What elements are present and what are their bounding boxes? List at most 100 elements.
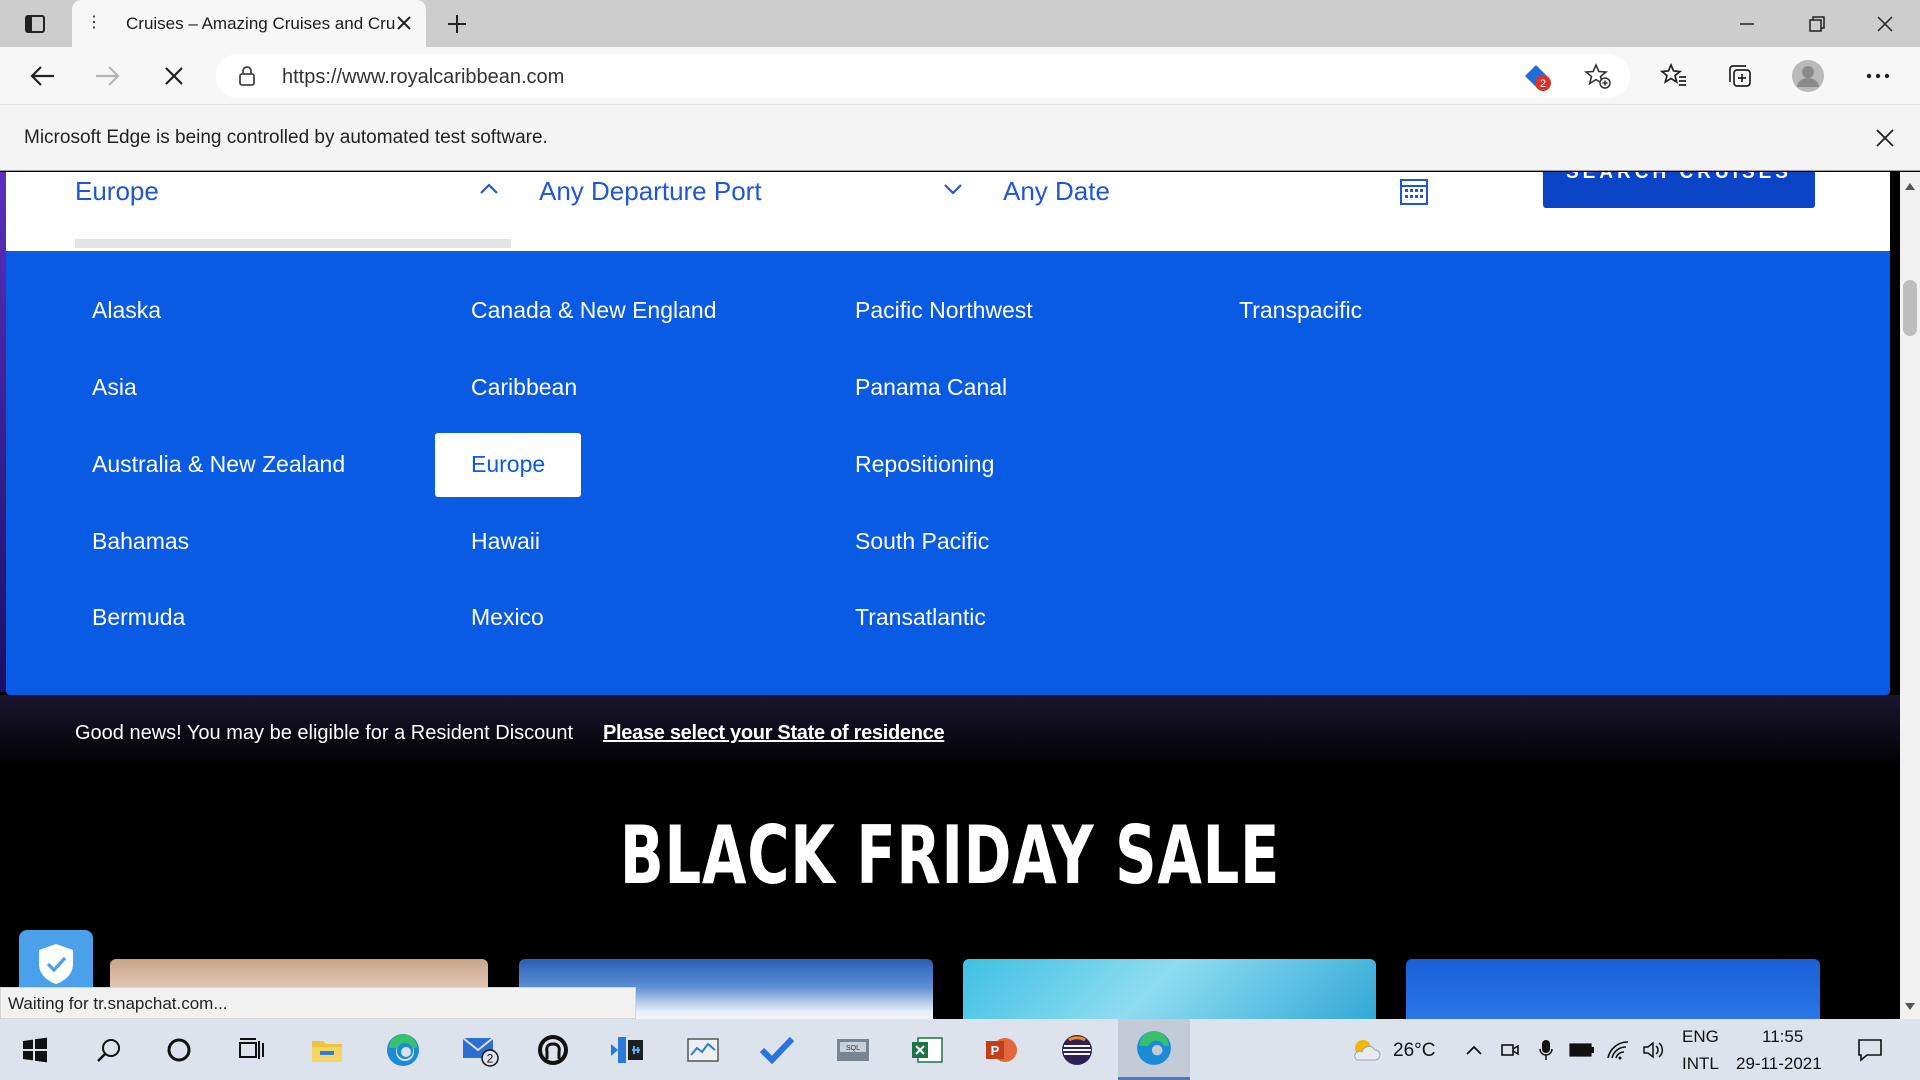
restore-button[interactable] xyxy=(1784,0,1850,47)
excel-button[interactable] xyxy=(896,1019,958,1080)
stop-loading-button[interactable] xyxy=(154,57,194,95)
powerpoint-button[interactable]: P xyxy=(970,1019,1032,1080)
infobar-message: Microsoft Edge is being controlled by au… xyxy=(24,127,548,148)
video-camera-icon xyxy=(1501,1043,1519,1056)
presentation-icon: P xyxy=(986,1037,1017,1062)
destination-option[interactable]: Repositioning xyxy=(819,433,1030,497)
tab-bar: ⋮ Cruises – Amazing Cruises and Cruise xyxy=(0,0,1920,47)
battery-button[interactable] xyxy=(1564,1019,1600,1080)
more-menu-button[interactable] xyxy=(1858,57,1898,95)
tab-actions-icon xyxy=(25,15,45,33)
destination-option[interactable]: Bahamas xyxy=(56,510,225,574)
automation-infobar: Microsoft Edge is being controlled by au… xyxy=(0,105,1920,171)
sql-tool-button[interactable]: SQL xyxy=(822,1019,884,1080)
forward-button[interactable] xyxy=(88,57,128,95)
vscode-icon xyxy=(611,1036,643,1063)
notification-center-button[interactable] xyxy=(1840,1019,1900,1080)
select-state-link[interactable]: Please select your State of residence xyxy=(603,722,945,745)
edge-taskbar-button[interactable] xyxy=(372,1019,434,1080)
collections-button[interactable] xyxy=(1720,57,1760,95)
eclipse-button[interactable] xyxy=(1046,1019,1108,1080)
new-tab-button[interactable] xyxy=(440,8,474,40)
weather-button[interactable] xyxy=(1345,1019,1385,1080)
scroll-down-icon[interactable] xyxy=(1904,1000,1916,1012)
language-code[interactable]: ENG xyxy=(1682,1027,1719,1047)
eclipse-icon xyxy=(1062,1034,1092,1065)
chevron-down-icon xyxy=(942,178,964,200)
destination-option-selected[interactable]: Europe xyxy=(435,433,582,497)
destination-option[interactable]: Canada & New England xyxy=(435,279,753,343)
status-bar: Waiting for tr.snapchat.com... xyxy=(0,987,636,1019)
destination-option[interactable]: Bermuda xyxy=(56,586,221,650)
destination-option[interactable]: Pacific Northwest xyxy=(819,279,1069,343)
search-cruises-button[interactable]: SEARCH CRUISES xyxy=(1543,172,1815,208)
calendar-icon[interactable] xyxy=(1399,176,1429,206)
window-close-button[interactable] xyxy=(1852,0,1918,47)
destination-option[interactable]: Asia xyxy=(56,356,173,420)
promo-card[interactable] xyxy=(1406,959,1820,1019)
task-view-button[interactable] xyxy=(220,1019,282,1080)
svg-text:SQL: SQL xyxy=(846,1045,860,1052)
tab-close-button[interactable] xyxy=(392,11,416,35)
destination-option[interactable]: Panama Canal xyxy=(819,356,1043,420)
destination-option[interactable]: Australia & New Zealand xyxy=(56,433,381,497)
star-plus-icon xyxy=(1583,62,1611,89)
extension-badge: 2 xyxy=(1540,78,1546,90)
minimize-button[interactable] xyxy=(1714,0,1780,47)
search-button[interactable] xyxy=(78,1019,140,1080)
page-scrollbar[interactable] xyxy=(1900,172,1920,1019)
cruise-search-bar: Europe Any Departure Port Any Date SEARC… xyxy=(6,172,1890,251)
meet-now-button[interactable] xyxy=(1492,1019,1528,1080)
wifi-button[interactable] xyxy=(1600,1019,1636,1080)
destination-option[interactable]: Alaska xyxy=(56,279,197,343)
back-button[interactable] xyxy=(22,57,62,95)
show-hidden-icons-button[interactable] xyxy=(1456,1019,1492,1080)
departure-port-select[interactable]: Any Departure Port xyxy=(539,172,979,251)
favorites-button[interactable] xyxy=(1654,57,1694,95)
volume-button[interactable] xyxy=(1636,1019,1672,1080)
date-select[interactable]: Any Date xyxy=(1003,172,1443,251)
weather-partly-cloudy-icon xyxy=(1354,1039,1381,1060)
promo-card[interactable] xyxy=(963,959,1376,1019)
shield-check-icon xyxy=(39,944,73,984)
infobar-close-button[interactable] xyxy=(1870,123,1900,153)
edge-dev-taskbar-button[interactable] xyxy=(1118,1019,1190,1080)
scroll-up-icon[interactable] xyxy=(1904,180,1916,192)
weather-temperature[interactable]: 26°C xyxy=(1393,1040,1435,1062)
file-explorer-button[interactable] xyxy=(296,1019,358,1080)
active-tab[interactable]: ⋮ Cruises – Amazing Cruises and Cruise xyxy=(72,0,426,47)
extension-icon: 2 xyxy=(1525,65,1551,91)
url-text[interactable]: https://www.royalcaribbean.com xyxy=(282,66,564,89)
address-bar[interactable]: https://www.royalcaribbean.com 2 xyxy=(216,54,1630,98)
add-favorite-button[interactable] xyxy=(1583,62,1614,92)
destination-select[interactable]: Europe xyxy=(75,172,515,251)
profile-button[interactable] xyxy=(1788,57,1828,95)
destination-option[interactable]: Caribbean xyxy=(435,356,613,420)
destination-option[interactable]: Transatlantic xyxy=(819,586,1022,650)
resident-discount-text: Good news! You may be eligible for a Res… xyxy=(75,722,574,744)
tab-actions-button[interactable] xyxy=(14,8,56,40)
destination-option[interactable]: Mexico xyxy=(435,586,580,650)
clock-time[interactable]: 11:55 xyxy=(1762,1027,1803,1047)
plus-icon xyxy=(448,15,466,33)
microphone-button[interactable] xyxy=(1528,1019,1564,1080)
avatar xyxy=(1792,60,1824,92)
keyboard-layout[interactable]: INTL xyxy=(1682,1054,1719,1074)
vscode-button[interactable] xyxy=(597,1019,659,1080)
clock-date[interactable]: 29-11-2021 xyxy=(1736,1054,1822,1074)
task-manager-button[interactable] xyxy=(672,1019,734,1080)
scrollbar-thumb[interactable] xyxy=(1903,280,1917,336)
lock-icon[interactable] xyxy=(236,65,258,87)
svg-text:P: P xyxy=(991,1043,1000,1058)
start-button[interactable] xyxy=(4,1019,66,1080)
github-button[interactable] xyxy=(522,1019,584,1080)
destination-option[interactable]: South Pacific xyxy=(819,510,1025,574)
microphone-icon xyxy=(1539,1039,1553,1060)
chevron-up-icon xyxy=(478,178,500,200)
mail-button[interactable]: 2 xyxy=(450,1019,512,1080)
destination-option[interactable]: Hawaii xyxy=(435,510,576,574)
extension-button[interactable]: 2 xyxy=(1522,62,1552,92)
cortana-button[interactable] xyxy=(148,1019,210,1080)
todo-button[interactable] xyxy=(746,1019,808,1080)
destination-option[interactable]: Transpacific xyxy=(1203,279,1398,343)
